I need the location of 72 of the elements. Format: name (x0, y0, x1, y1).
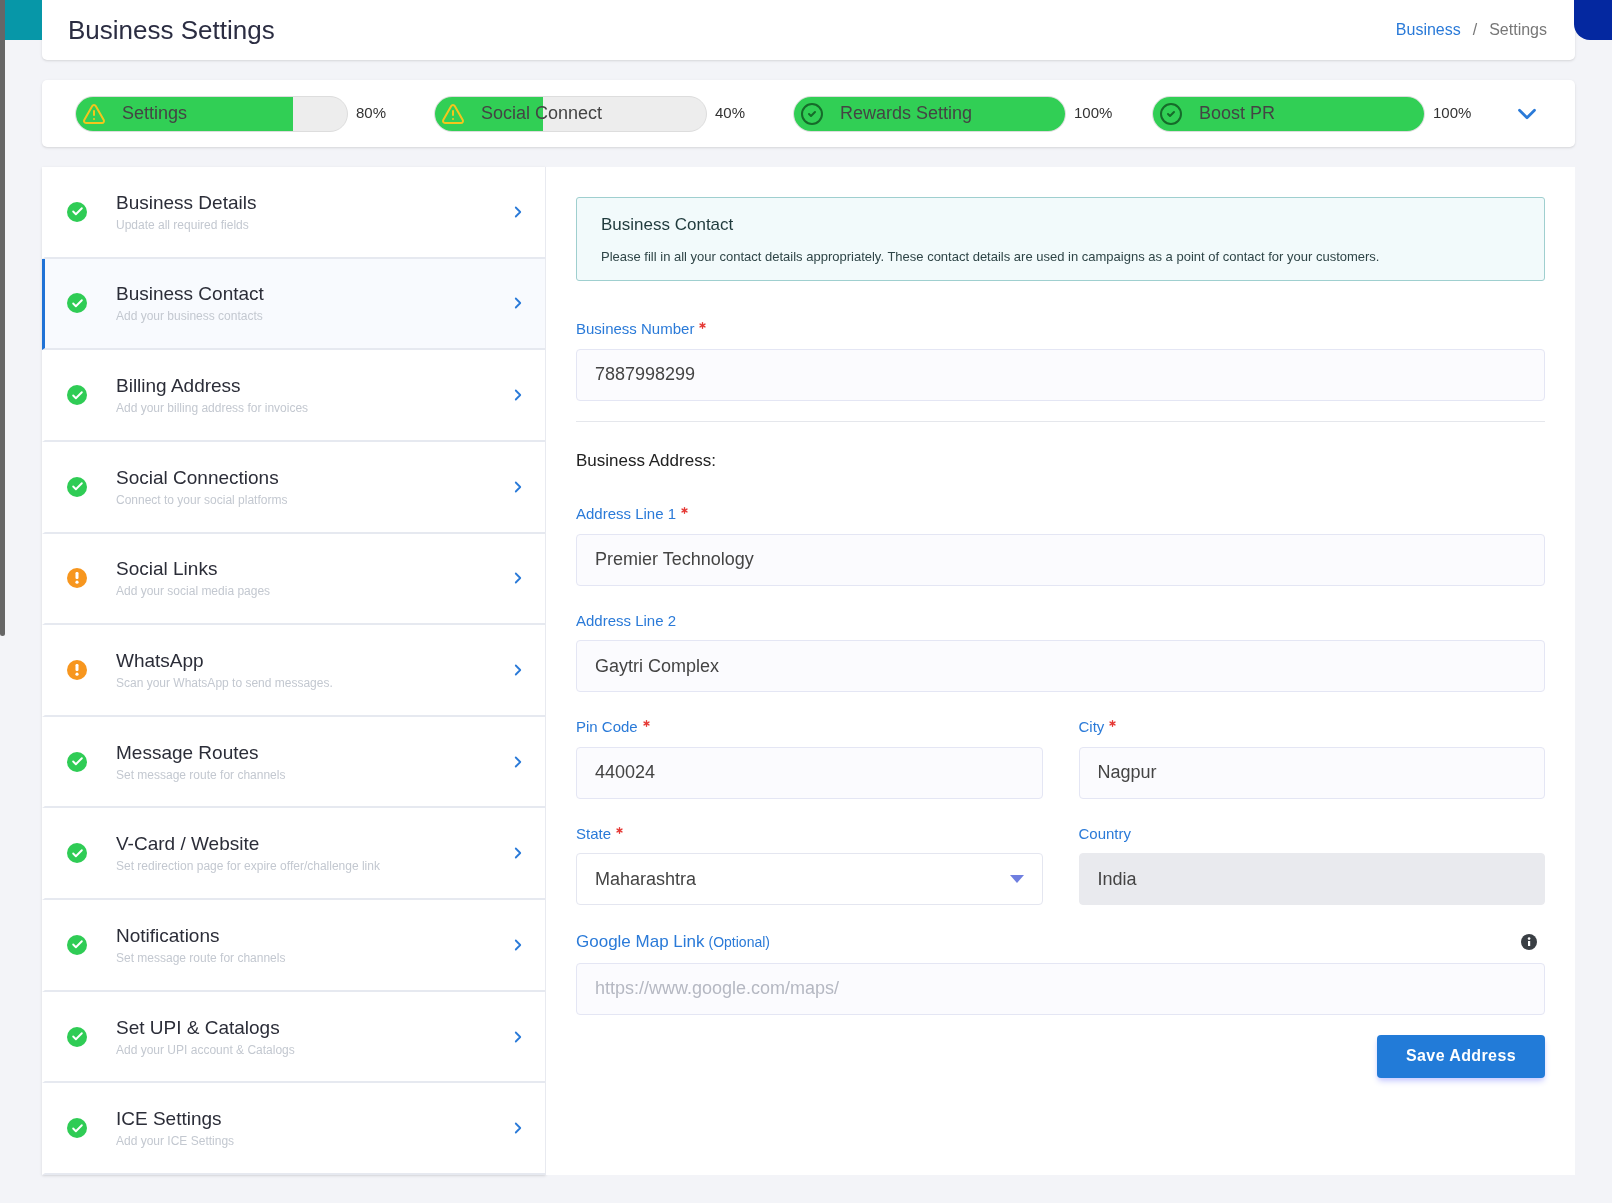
sidebar-item-subtitle: Set message route for channels (116, 949, 287, 967)
progress-percent: 80% (356, 103, 388, 124)
sidebar-item[interactable]: WhatsApp Scan your WhatsApp to send messages. (42, 625, 545, 717)
sidebar-item[interactable]: Billing Address Add your billing address for invoices (42, 350, 545, 442)
input-field[interactable]: Nagpur (1078, 746, 1545, 799)
page-title: Business Settings (68, 13, 275, 47)
readonly-field: India (1078, 853, 1545, 905)
progress-track[interactable]: Rewards Setting (793, 95, 1066, 132)
state-dropdown[interactable]: Maharashtra (576, 853, 1043, 905)
field-label: Address Line 2 (576, 610, 677, 631)
optional-note: (Optional) (708, 933, 770, 952)
sidebar-item-title: Set UPI & Catalogs (116, 1015, 281, 1040)
save-address-button[interactable]: Save Address (1377, 1034, 1545, 1078)
field-label: City (1078, 717, 1105, 737)
progress-track[interactable]: Boost PR (1152, 95, 1425, 132)
sidebar-item-title: Business Details (116, 190, 258, 215)
sidebar-item-title: Social Links (116, 557, 219, 582)
info-title: Business Contact (601, 213, 735, 236)
input-field[interactable]: Gaytri Complex (576, 640, 1545, 692)
sidebar-item-subtitle: Set redirection page for expire offer/challenge link (116, 858, 381, 876)
input-field[interactable]: 440024 (576, 746, 1043, 799)
sidebar-item-title: Business Contact (116, 282, 265, 307)
sidebar-item[interactable]: Business Details Update all required fields (42, 167, 545, 259)
field-label: Google Map Link (576, 931, 705, 953)
caret-icon (1009, 875, 1024, 883)
input-field[interactable]: 7887998299 (576, 348, 1545, 401)
warning-icon (441, 101, 465, 126)
sidebar-item-subtitle: Add your social media pages (116, 583, 272, 601)
progress-label: Settings (122, 102, 188, 125)
sidebar-item-subtitle: Scan your WhatsApp to send messages. (116, 675, 334, 692)
sidebar-item[interactable]: ICE Settings Add your ICE Settings (42, 1083, 545, 1176)
sidebar-item[interactable]: Set UPI & Catalogs Add your UPI account & Catalogs (42, 991, 545, 1084)
check-circle-icon (800, 101, 824, 126)
progress-percent: 100% (1074, 103, 1114, 124)
progress-percent: 40% (715, 103, 747, 124)
progress-track[interactable]: Settings (75, 95, 348, 132)
sidebar-item-subtitle: Add your UPI account & Catalogs (116, 1041, 296, 1059)
sidebar-item-title: V-Card / Website (116, 832, 261, 857)
field-label: Business Number (576, 319, 695, 339)
breadcrumb-link[interactable]: Business (1395, 18, 1461, 42)
sidebar-item-title: Notifications (116, 923, 221, 948)
sidebar-item-title: Social Connections (116, 465, 280, 490)
field-label: State (576, 823, 612, 844)
section-heading: Business Address: (576, 449, 717, 472)
sidebar-item[interactable]: Social Links Add your social media pages (42, 533, 545, 626)
progress-label: Boost PR (1199, 102, 1276, 125)
check-circle-icon (1159, 101, 1183, 126)
progress-percent: 100% (1433, 103, 1473, 124)
field-label: Country (1078, 823, 1132, 844)
input-field[interactable]: Premier Technology (576, 533, 1545, 586)
sidebar-item[interactable]: Social Connections Connect to your social platforms (42, 441, 545, 534)
sidebar-item-title: Billing Address (116, 374, 242, 399)
sidebar-item[interactable]: Notifications Set message route for channels (42, 900, 545, 992)
sidebar-item-title: Message Routes (116, 740, 260, 765)
sidebar-item[interactable]: Message Routes Set message route for channels (42, 716, 545, 809)
breadcrumb-current: Settings (1489, 20, 1547, 40)
sidebar-item-subtitle: Connect to your social platforms (116, 491, 289, 509)
field-label: Address Line 1 (576, 504, 677, 524)
warning-icon (82, 101, 106, 126)
sidebar-item-subtitle: Update all required fields (116, 216, 250, 234)
info-icon[interactable] (1521, 933, 1537, 950)
field-label: Pin Code (576, 717, 638, 737)
info-text: Please fill in all your contact details appropriately. These contact details are used in campaigns as a point of contact for your customers. (601, 248, 1381, 266)
sidebar-item[interactable]: V-Card / Website Set redirection page for expire offer/challenge link (42, 808, 545, 901)
sidebar-item-subtitle: Add your ICE Settings (116, 1133, 236, 1151)
map-link-field[interactable]: https://www.google.com/maps/ (576, 962, 1545, 1015)
sidebar-item-title: ICE Settings (116, 1107, 223, 1132)
progress-label: Rewards Setting (840, 102, 973, 125)
sidebar-item-title: WhatsApp (116, 649, 205, 673)
breadcrumb-separator: / (1472, 20, 1478, 40)
sidebar-item-subtitle: Add your billing address for invoices (116, 400, 310, 418)
sidebar-item-subtitle: Set message route for channels (116, 766, 287, 784)
